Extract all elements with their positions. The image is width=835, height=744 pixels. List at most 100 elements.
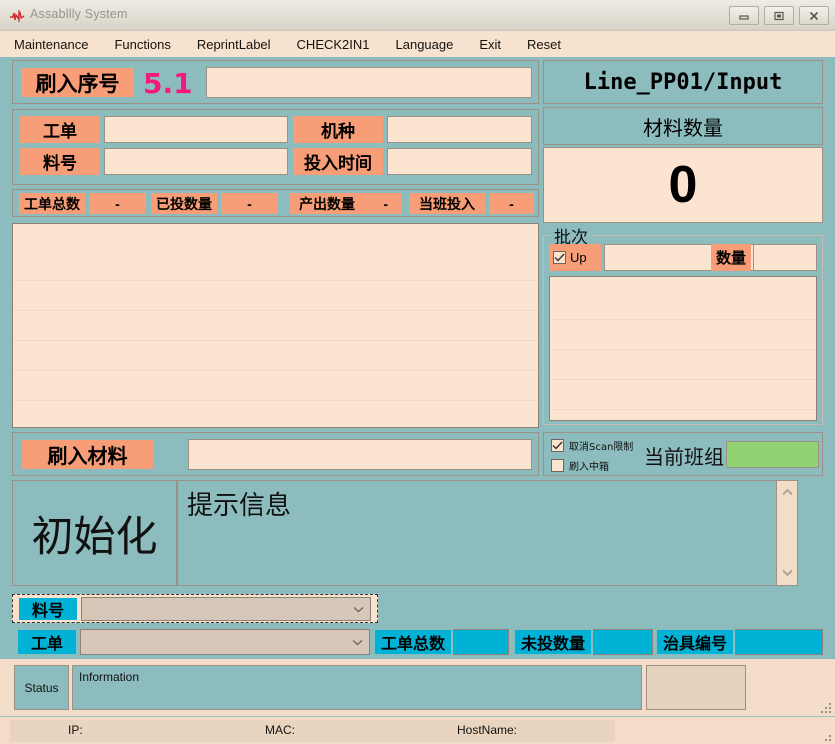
counter-value-shift-input: - xyxy=(489,193,534,214)
mac-label: MAC: xyxy=(265,723,295,737)
message-scrollbar[interactable] xyxy=(776,481,797,585)
checkbox-checked-icon xyxy=(553,251,566,264)
counters-panel: 工单总数 - 已投数量 - 产出数量 - 当班投入 - xyxy=(12,189,539,217)
serial-scan-label: 刷入序号 xyxy=(21,68,134,97)
cancel-scan-limit-label: 取消Scan限制 xyxy=(569,442,634,453)
menu-item-functions[interactable]: Functions xyxy=(114,35,183,54)
list-item[interactable] xyxy=(550,277,816,320)
status-bar: Status Information xyxy=(0,659,835,716)
batch-qty-label: 数量 xyxy=(711,244,751,271)
app-logo-icon xyxy=(9,9,25,23)
bottom-wo-label: 工单 xyxy=(18,630,76,654)
menu-bar: Maintenance Functions ReprintLabel CHECK… xyxy=(0,31,835,57)
model-label: 机种 xyxy=(293,116,383,143)
information-field: Information xyxy=(72,665,642,710)
material-scan-label: 刷入材料 xyxy=(22,440,153,469)
bottom-total-label: 工单总数 xyxy=(375,630,451,654)
bottom-part-label: 料号 xyxy=(19,598,77,620)
maximize-button[interactable] xyxy=(764,6,794,25)
bottom-workorder-row: 工单 工单总数 未投数量 治具编号 xyxy=(12,627,823,658)
window-title: Assabllly System xyxy=(30,7,128,21)
counter-value-input-qty: - xyxy=(221,193,278,214)
menu-item-reprintlabel[interactable]: ReprintLabel xyxy=(197,35,284,54)
counter-label-shift-input: 当班投入 xyxy=(409,193,485,214)
list-item[interactable] xyxy=(13,401,538,427)
close-button[interactable] xyxy=(799,6,829,25)
menu-item-exit[interactable]: Exit xyxy=(479,35,514,54)
current-shift-label: 当前班组 xyxy=(644,445,724,469)
checkbox-unchecked-icon xyxy=(551,459,564,472)
part-number-input[interactable] xyxy=(104,148,288,175)
chevron-down-icon xyxy=(352,633,363,651)
input-time-label: 投入时间 xyxy=(293,148,383,175)
counter-label-input-qty: 已投数量 xyxy=(151,193,217,214)
status-extra-panel xyxy=(646,665,746,710)
window-controls xyxy=(729,6,829,25)
menu-item-language[interactable]: Language xyxy=(396,35,467,54)
bottom-part-select[interactable] xyxy=(81,597,371,621)
network-strip xyxy=(10,720,615,742)
line-name-text: Line_PP01/Input xyxy=(583,69,783,95)
status-label: Status xyxy=(14,665,69,710)
counter-value-wo-total: - xyxy=(89,193,146,214)
list-item[interactable] xyxy=(13,341,538,371)
bottom-remain-label: 未投数量 xyxy=(515,630,591,654)
minimize-button[interactable] xyxy=(729,6,759,25)
message-panel: 提示信息 xyxy=(177,480,798,586)
application-window: Assabllly System Maintenance Functions R… xyxy=(0,0,835,744)
menu-item-maintenance[interactable]: Maintenance xyxy=(14,35,101,54)
material-qty-title-panel: 材料数量 xyxy=(543,107,823,145)
state-panel: 初始化 xyxy=(12,480,177,586)
material-scan-panel: 刷入材料 xyxy=(12,432,539,476)
batch-list[interactable] xyxy=(549,276,817,421)
material-qty-box: 0 xyxy=(543,147,823,223)
box-scan-label: 刷入中箱 xyxy=(569,462,609,473)
bottom-part-row: 料号 xyxy=(12,594,378,623)
ip-label: IP: xyxy=(68,723,83,737)
list-item[interactable] xyxy=(550,350,816,380)
material-qty-value: 0 xyxy=(668,156,698,214)
batch-up-checkbox[interactable]: Up xyxy=(549,244,601,271)
line-name-panel: Line_PP01/Input xyxy=(543,60,823,104)
hostname-label: HostName: xyxy=(457,723,518,737)
list-item[interactable] xyxy=(550,380,816,410)
options-panel: 取消Scan限制 刷入中箱 当前班组 xyxy=(543,432,823,476)
current-shift-value xyxy=(726,441,819,468)
list-item[interactable] xyxy=(550,320,816,350)
menu-item-reset[interactable]: Reset xyxy=(527,35,574,54)
list-item[interactable] xyxy=(13,311,538,341)
list-item[interactable] xyxy=(550,410,816,420)
chevron-down-icon[interactable] xyxy=(781,564,794,582)
counter-value-output-qty: - xyxy=(383,195,388,212)
batch-group: 批次 Up 数量 xyxy=(543,223,823,425)
checkbox-checked-icon xyxy=(551,439,564,452)
cancel-scan-limit-checkbox[interactable]: 取消Scan限制 xyxy=(551,438,633,453)
chevron-up-icon[interactable] xyxy=(781,484,794,502)
bottom-total-value xyxy=(453,629,509,655)
batch-qty-input[interactable] xyxy=(753,244,817,271)
list-item[interactable] xyxy=(13,281,538,311)
chevron-down-icon xyxy=(353,600,364,618)
work-order-label: 工单 xyxy=(20,116,100,143)
bottom-fixture-value xyxy=(735,629,823,655)
serial-scan-panel: 刷入序号 5.1 xyxy=(12,60,539,104)
list-item[interactable] xyxy=(13,371,538,401)
list-item[interactable] xyxy=(13,224,538,281)
box-scan-checkbox[interactable]: 刷入中箱 xyxy=(551,458,609,473)
menu-item-check2in1[interactable]: CHECK2IN1 xyxy=(297,35,383,54)
message-title: 提示信息 xyxy=(187,491,292,521)
scanned-items-list[interactable] xyxy=(12,223,539,428)
title-bar: Assabllly System xyxy=(0,0,835,31)
batch-up-label: Up xyxy=(570,250,587,265)
part-number-label: 料号 xyxy=(20,148,100,175)
bottom-wo-select[interactable] xyxy=(80,629,370,655)
counter-label-wo-total: 工单总数 xyxy=(19,193,85,214)
bottom-fixture-label: 治具编号 xyxy=(657,630,733,654)
main-canvas: 刷入序号 5.1 工单 机种 料号 投入时间 工单总数 - 已投数量 - 产出数… xyxy=(0,57,835,716)
material-qty-title: 材料数量 xyxy=(643,115,723,140)
serial-scan-input[interactable] xyxy=(206,67,532,98)
work-order-input[interactable] xyxy=(104,116,288,143)
version-label: 5.1 xyxy=(143,67,193,100)
model-input[interactable] xyxy=(387,116,532,143)
material-scan-input[interactable] xyxy=(188,439,532,470)
